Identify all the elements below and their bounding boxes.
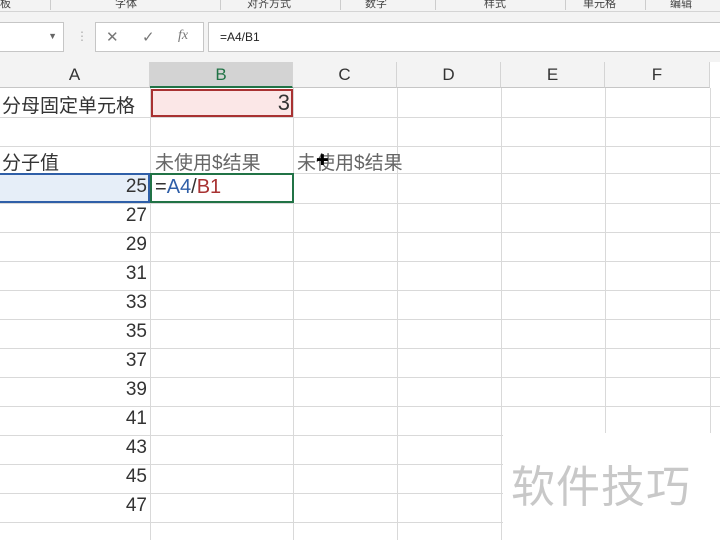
ribbon-group-styles: 样式 <box>484 0 506 10</box>
insert-function-icon[interactable]: fx <box>178 28 188 44</box>
formula-ref-b1: B1 <box>196 176 222 198</box>
row-gridline <box>0 406 720 407</box>
cell-b4-formula[interactable]: =A4/B1 <box>155 176 221 199</box>
name-box[interactable]: ▼ <box>0 22 64 52</box>
cell-a11[interactable]: 39 <box>0 379 150 401</box>
watermark: 软件技巧 <box>503 433 720 540</box>
ribbon-group-number: 数字 <box>365 0 387 10</box>
enter-icon[interactable]: ✓ <box>142 28 155 46</box>
cell-c3[interactable]: 未使用$结果 <box>297 148 403 175</box>
cell-b1[interactable]: 3 <box>151 90 293 116</box>
cell-a3[interactable]: 分子值 <box>2 148 59 175</box>
cursor-cross-icon: ✚ <box>316 152 329 169</box>
row-gridline <box>0 146 720 147</box>
row-gridline <box>0 348 720 349</box>
drag-handle-icon[interactable]: ⋮ <box>76 29 88 43</box>
row-gridline <box>0 203 720 204</box>
formula-input[interactable]: =A4/B1 <box>208 22 720 52</box>
cell-a15[interactable]: 47 <box>0 495 150 517</box>
formula-bar: ▼ ⋮ ✕ ✓ fx =A4/B1 <box>0 12 720 62</box>
ribbon-group-clipboard: 板 <box>0 0 11 10</box>
ribbon-group-labels: 板 字体 对齐方式 数字 样式 单元格 编辑 <box>0 0 720 12</box>
column-header-b[interactable]: B <box>150 62 293 88</box>
column-header-c[interactable]: C <box>293 62 397 88</box>
formula-buttons: ✕ ✓ fx <box>95 22 204 52</box>
cell-a12[interactable]: 41 <box>0 408 150 430</box>
column-header-f[interactable]: F <box>605 62 710 88</box>
cancel-icon[interactable]: ✕ <box>106 28 119 46</box>
cell-a1[interactable]: 分母固定单元格 <box>2 91 135 118</box>
ribbon-group-alignment: 对齐方式 <box>247 0 291 10</box>
column-header-a[interactable]: A <box>0 62 150 88</box>
cell-a6[interactable]: 29 <box>0 234 150 256</box>
row-gridline <box>0 319 720 320</box>
cell-a14[interactable]: 45 <box>0 466 150 488</box>
ribbon-group-cells: 单元格 <box>583 0 616 10</box>
formula-equals: = <box>155 176 167 198</box>
column-header-d[interactable]: D <box>397 62 501 88</box>
cell-b3[interactable]: 未使用$结果 <box>155 148 261 175</box>
row-gridline <box>0 261 720 262</box>
cell-a13[interactable]: 43 <box>0 437 150 459</box>
cell-a10[interactable]: 37 <box>0 350 150 372</box>
row-gridline <box>0 290 720 291</box>
cell-a7[interactable]: 31 <box>0 263 150 285</box>
cell-a4[interactable]: 25 <box>0 176 150 198</box>
chevron-down-icon[interactable]: ▼ <box>48 31 57 41</box>
cell-a9[interactable]: 35 <box>0 321 150 343</box>
ribbon-group-font: 字体 <box>115 0 137 10</box>
ribbon-group-editing: 编辑 <box>670 0 692 10</box>
formula-ref-a4: A4 <box>166 176 192 198</box>
row-gridline <box>0 232 720 233</box>
cell-a5[interactable]: 27 <box>0 205 150 227</box>
row-gridline <box>0 377 720 378</box>
cell-a8[interactable]: 33 <box>0 292 150 314</box>
column-header-e[interactable]: E <box>501 62 605 88</box>
